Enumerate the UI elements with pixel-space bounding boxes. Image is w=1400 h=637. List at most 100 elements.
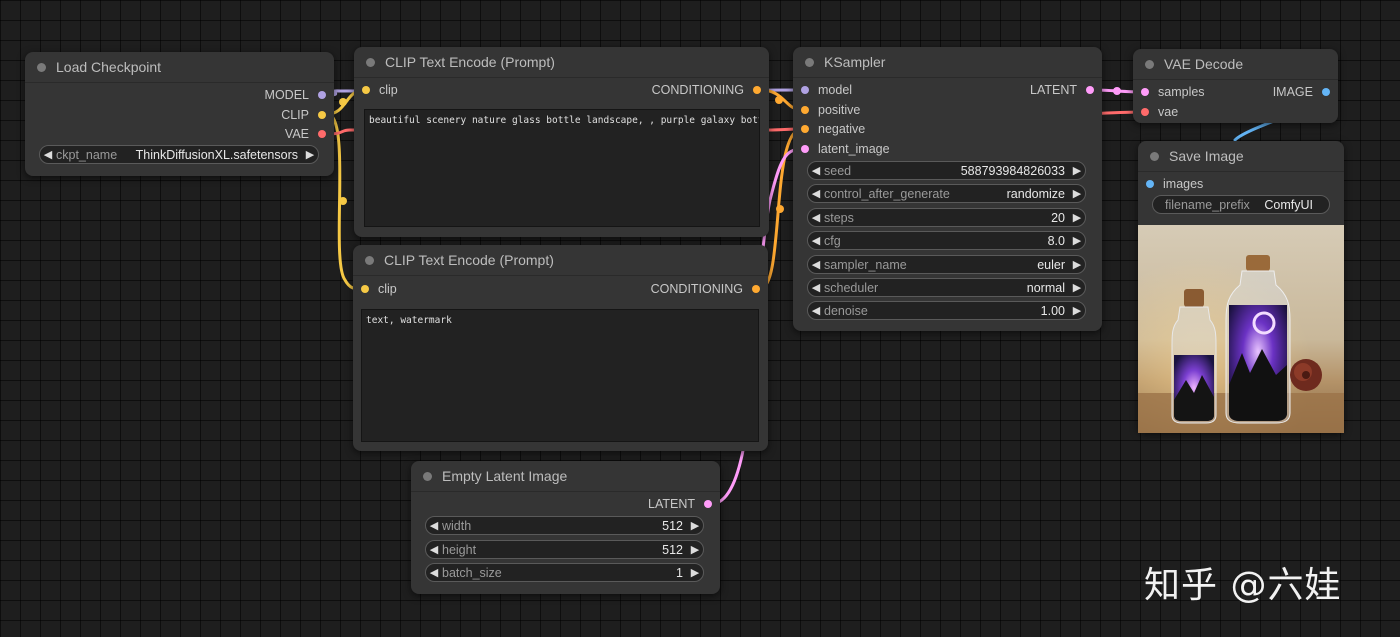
arrow-left-icon[interactable]: ◀ [808, 304, 824, 317]
arrow-left-icon[interactable]: ◀ [426, 519, 442, 532]
output-conditioning[interactable]: CONDITIONING [651, 281, 760, 297]
node-title-bar[interactable]: VAE Decode [1133, 49, 1338, 80]
conditioning-socket-icon[interactable] [801, 125, 809, 133]
image-socket-icon[interactable] [1146, 180, 1154, 188]
input-positive[interactable]: positive [801, 102, 860, 118]
conditioning-socket-icon[interactable] [801, 106, 809, 114]
latent-socket-icon[interactable] [1141, 88, 1149, 96]
node-title-bar[interactable]: CLIP Text Encode (Prompt) [353, 245, 768, 276]
input-samples[interactable]: samples [1141, 84, 1205, 100]
ksampler-node[interactable]: KSampler model positive negative latent_… [793, 47, 1102, 331]
bottle-image-illustration [1138, 255, 1344, 433]
widget-value: 588793984826033 [960, 163, 1065, 178]
height-widget[interactable]: ◀ height 512 ▶ [425, 540, 704, 559]
collapse-dot-icon[interactable] [423, 471, 432, 481]
filename-prefix-widget[interactable]: filename_prefix ComfyUI [1152, 195, 1330, 214]
clip-socket-icon[interactable] [361, 285, 369, 293]
seed-widget[interactable]: ◀ seed 588793984826033 ▶ [807, 161, 1086, 180]
ckpt-name-combo[interactable]: ◀ ckpt_name ThinkDiffusionXL.safetensors… [39, 145, 319, 164]
widget-label: seed [824, 163, 852, 178]
input-vae[interactable]: vae [1141, 104, 1178, 120]
clip-text-encode-negative-node[interactable]: CLIP Text Encode (Prompt) clip CONDITION… [353, 245, 768, 451]
node-title-bar[interactable]: Empty Latent Image [411, 461, 720, 492]
arrow-left-icon[interactable]: ◀ [808, 281, 824, 294]
image-socket-icon[interactable] [1322, 88, 1330, 96]
output-model[interactable]: MODEL [265, 87, 326, 103]
arrow-right-icon[interactable]: ▶ [687, 543, 703, 556]
arrow-right-icon[interactable]: ▶ [1069, 211, 1085, 224]
clip-socket-icon[interactable] [362, 86, 370, 94]
input-images[interactable]: images [1146, 176, 1203, 192]
clip-socket-icon[interactable] [318, 111, 326, 119]
model-socket-icon[interactable] [801, 86, 809, 94]
slot-label: positive [818, 103, 861, 117]
vae-socket-icon[interactable] [318, 130, 326, 138]
collapse-dot-icon[interactable] [1145, 59, 1154, 69]
batch-size-widget[interactable]: ◀ batch_size 1 ▶ [425, 563, 704, 582]
node-title-bar[interactable]: KSampler [793, 47, 1102, 78]
node-title-bar[interactable]: CLIP Text Encode (Prompt) [354, 47, 769, 78]
arrow-right-icon[interactable]: ▶ [687, 566, 703, 579]
collapse-dot-icon[interactable] [366, 57, 375, 67]
widget-value: euler [1037, 257, 1065, 272]
arrow-left-icon[interactable]: ◀ [808, 211, 824, 224]
sampler-name-widget[interactable]: ◀ sampler_name euler ▶ [807, 255, 1086, 274]
vae-decode-node[interactable]: VAE Decode samples vae IMAGE [1133, 49, 1338, 123]
empty-latent-image-node[interactable]: Empty Latent Image LATENT ◀ width 512 ▶ … [411, 461, 720, 594]
input-latent-image[interactable]: latent_image [801, 141, 890, 157]
latent-socket-icon[interactable] [704, 500, 712, 508]
input-clip[interactable]: clip [362, 82, 398, 98]
latent-socket-icon[interactable] [801, 145, 809, 153]
input-clip[interactable]: clip [361, 281, 397, 297]
steps-widget[interactable]: ◀ steps 20 ▶ [807, 208, 1086, 227]
arrow-left-icon[interactable]: ◀ [808, 234, 824, 247]
collapse-dot-icon[interactable] [37, 62, 46, 72]
widget-value: randomize [1006, 186, 1065, 201]
vae-socket-icon[interactable] [1141, 108, 1149, 116]
arrow-right-icon[interactable]: ▶ [1069, 258, 1085, 271]
control-after-generate-widget[interactable]: ◀ control_after_generate randomize ▶ [807, 184, 1086, 203]
output-vae[interactable]: VAE [285, 126, 326, 142]
clip-text-encode-positive-node[interactable]: CLIP Text Encode (Prompt) clip CONDITION… [354, 47, 769, 237]
arrow-left-icon[interactable]: ◀ [808, 164, 824, 177]
widget-label: control_after_generate [824, 186, 950, 201]
width-widget[interactable]: ◀ width 512 ▶ [425, 516, 704, 535]
load-checkpoint-node[interactable]: Load Checkpoint MODEL CLIP VAE ◀ ckpt_na… [25, 52, 334, 176]
prompt-textarea[interactable]: beautiful scenery nature glass bottle la… [364, 109, 760, 227]
arrow-right-icon[interactable]: ▶ [302, 148, 318, 161]
arrow-right-icon[interactable]: ▶ [687, 519, 703, 532]
output-image[interactable]: IMAGE [1273, 84, 1330, 100]
arrow-right-icon[interactable]: ▶ [1069, 281, 1085, 294]
arrow-left-icon[interactable]: ◀ [426, 566, 442, 579]
input-model[interactable]: model [801, 82, 852, 98]
model-socket-icon[interactable] [318, 91, 326, 99]
prompt-textarea[interactable]: text, watermark [361, 309, 759, 442]
collapse-dot-icon[interactable] [365, 255, 374, 265]
save-image-node[interactable]: Save Image images filename_prefix ComfyU… [1138, 141, 1344, 433]
collapse-dot-icon[interactable] [1150, 151, 1159, 161]
output-clip[interactable]: CLIP [281, 107, 326, 123]
output-latent[interactable]: LATENT [648, 496, 712, 512]
arrow-left-icon[interactable]: ◀ [40, 148, 56, 161]
conditioning-socket-icon[interactable] [752, 285, 760, 293]
arrow-right-icon[interactable]: ▶ [1069, 234, 1085, 247]
node-title-bar[interactable]: Load Checkpoint [25, 52, 334, 83]
node-title-bar[interactable]: Save Image [1138, 141, 1344, 172]
output-latent[interactable]: LATENT [1030, 82, 1094, 98]
arrow-left-icon[interactable]: ◀ [426, 543, 442, 556]
cfg-widget[interactable]: ◀ cfg 8.0 ▶ [807, 231, 1086, 250]
collapse-dot-icon[interactable] [805, 57, 814, 67]
arrow-right-icon[interactable]: ▶ [1069, 304, 1085, 317]
input-negative[interactable]: negative [801, 121, 865, 137]
latent-socket-icon[interactable] [1086, 86, 1094, 94]
denoise-widget[interactable]: ◀ denoise 1.00 ▶ [807, 301, 1086, 320]
arrow-left-icon[interactable]: ◀ [808, 187, 824, 200]
arrow-right-icon[interactable]: ▶ [1069, 164, 1085, 177]
widget-value: 1.00 [1040, 303, 1065, 318]
conditioning-socket-icon[interactable] [753, 86, 761, 94]
scheduler-widget[interactable]: ◀ scheduler normal ▶ [807, 278, 1086, 297]
generated-image-preview[interactable] [1138, 225, 1344, 433]
arrow-right-icon[interactable]: ▶ [1069, 187, 1085, 200]
arrow-left-icon[interactable]: ◀ [808, 258, 824, 271]
output-conditioning[interactable]: CONDITIONING [652, 82, 761, 98]
